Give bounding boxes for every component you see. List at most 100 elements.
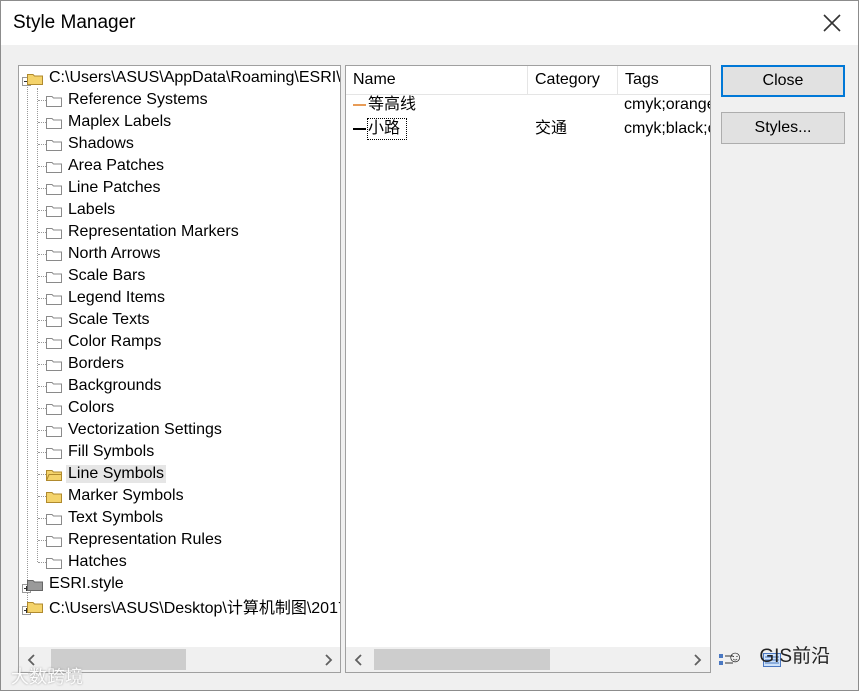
tree-item-colors[interactable]: Colors <box>46 397 116 419</box>
tree-item-scale-bars[interactable]: Scale Bars <box>46 265 147 287</box>
tree-root-label: C:\Users\ASUS\AppData\Roaming\ESRI\ <box>49 69 340 86</box>
folder-icon <box>46 424 62 437</box>
scroll-left-icon[interactable] <box>346 647 371 672</box>
column-header-category[interactable]: Category <box>528 66 618 94</box>
column-header-name[interactable]: Name <box>346 66 528 94</box>
item-name: 等高线 <box>368 96 417 113</box>
tree-item-fill-symbols[interactable]: Fill Symbols <box>46 441 156 463</box>
scroll-right-icon[interactable] <box>315 647 340 672</box>
folder-icon <box>46 270 62 283</box>
tree-item-label: Maplex Labels <box>68 113 172 130</box>
tree-item-label: Vectorization Settings <box>68 421 222 438</box>
tree-item-label: Representation Rules <box>68 531 222 548</box>
watermark-right: ☺ GIS前沿 <box>727 641 830 668</box>
tree-item-label: Line Symbols <box>66 465 167 483</box>
line-symbol-swatch-icon <box>353 93 369 117</box>
tree-root-desktop[interactable]: C:\Users\ASUS\Desktop\计算机制图\2017 <box>27 595 340 617</box>
tree-item-north-arrows[interactable]: North Arrows <box>46 243 162 265</box>
tree-item-hatches[interactable]: Hatches <box>46 551 129 573</box>
folder-icon <box>46 116 62 129</box>
watermark-right-label: GIS前沿 <box>759 646 831 667</box>
tree-item-label: Text Symbols <box>68 509 164 526</box>
watermark-left: 大数跨境 <box>11 667 83 687</box>
tree-item-label: Marker Symbols <box>68 487 184 504</box>
folder-icon <box>46 556 62 569</box>
tree-item-backgrounds[interactable]: Backgrounds <box>46 375 163 397</box>
style-file-icon <box>27 578 43 591</box>
tree-item-label: Legend Items <box>68 289 165 306</box>
tree-root-esri-style[interactable]: ESRI.style <box>27 573 126 595</box>
tree-item-line-patches[interactable]: Line Patches <box>46 177 163 199</box>
folder-icon <box>46 402 62 415</box>
tree-item-label: Colors <box>68 399 115 416</box>
tree-item-vectorization-settings[interactable]: Vectorization Settings <box>46 419 224 441</box>
folder-icon <box>46 94 62 107</box>
wechat-icon: ☺ <box>727 649 744 666</box>
tree-item-area-patches[interactable]: Area Patches <box>46 155 166 177</box>
folder-icon <box>46 512 62 525</box>
tree-item-label: Shadows <box>68 135 134 152</box>
folder-icon <box>46 204 62 217</box>
folder-icon <box>46 534 62 547</box>
tree-item-text-symbols[interactable]: Text Symbols <box>46 507 165 529</box>
tree-item-label: North Arrows <box>68 245 161 262</box>
tree-item-scale-texts[interactable]: Scale Texts <box>46 309 152 331</box>
tree-item-label: Line Patches <box>68 179 161 196</box>
tree-item-label: Representation Markers <box>68 223 239 240</box>
item-category <box>535 93 615 117</box>
scrollbar-thumb[interactable] <box>374 649 550 670</box>
list-horizontal-scrollbar[interactable] <box>346 647 710 672</box>
folder-icon <box>46 380 62 393</box>
item-category: 交通 <box>535 120 568 137</box>
style-items-list[interactable]: Name Category Tags 等高线 cmyk;orange 小路 交通… <box>345 65 711 673</box>
list-header: Name Category Tags <box>346 66 710 95</box>
tree-item-label: Backgrounds <box>68 377 162 394</box>
style-tree: C:\Users\ASUS\AppData\Roaming\ESRI\ Refe… <box>19 66 340 646</box>
tree-item-marker-symbols[interactable]: Marker Symbols <box>46 485 186 507</box>
tree-item-legend-items[interactable]: Legend Items <box>46 287 167 309</box>
tree-item-borders[interactable]: Borders <box>46 353 126 375</box>
tree-item-label: Color Ramps <box>68 333 162 350</box>
scroll-right-icon[interactable] <box>684 647 709 672</box>
folder-open-icon <box>46 468 62 481</box>
item-name: 小路 <box>367 118 407 140</box>
window-title: Style Manager <box>13 12 136 33</box>
tree-root-appdata[interactable]: C:\Users\ASUS\AppData\Roaming\ESRI\ <box>27 67 340 89</box>
folder-icon <box>46 160 62 173</box>
folder-icon <box>46 314 62 327</box>
close-window-icon[interactable] <box>820 11 844 35</box>
folder-icon <box>46 358 62 371</box>
title-bar: Style Manager <box>1 1 858 45</box>
tree-item-label: Area Patches <box>68 157 165 174</box>
styles-button[interactable]: Styles... <box>721 112 845 144</box>
folder-icon <box>46 248 62 261</box>
tree-item-labels[interactable]: Labels <box>46 199 117 221</box>
tree-item-label: Reference Systems <box>68 91 208 108</box>
close-button[interactable]: Close <box>721 65 845 97</box>
tree-root-label: ESRI.style <box>49 575 124 592</box>
tree-item-label: Hatches <box>68 553 127 570</box>
tree-item-representation-markers[interactable]: Representation Markers <box>46 221 241 243</box>
tree-item-shadows[interactable]: Shadows <box>46 133 136 155</box>
tree-item-label: Scale Bars <box>68 267 146 284</box>
tree-item-label: Labels <box>68 201 116 218</box>
style-tree-panel[interactable]: C:\Users\ASUS\AppData\Roaming\ESRI\ Refe… <box>18 65 341 673</box>
folder-icon <box>46 490 62 503</box>
tree-root-label: C:\Users\ASUS\Desktop\计算机制图\2017 <box>49 600 340 617</box>
list-item[interactable]: 等高线 cmyk;orange <box>346 93 710 117</box>
list-item[interactable]: 小路 交通 cmyk;black;c <box>346 117 710 141</box>
tree-item-line-symbols[interactable]: Line Symbols <box>46 463 167 485</box>
tree-item-reference-systems[interactable]: Reference Systems <box>46 89 210 111</box>
tree-item-representation-rules[interactable]: Representation Rules <box>46 529 224 551</box>
style-manager-dialog: Style Manager C:\Users\ASUS\AppData\Roam… <box>0 0 859 691</box>
tree-item-label: Borders <box>68 355 125 372</box>
tree-item-color-ramps[interactable]: Color Ramps <box>46 331 163 353</box>
folder-icon <box>46 138 62 151</box>
folder-icon <box>46 226 62 239</box>
tree-item-maplex-labels[interactable]: Maplex Labels <box>46 111 173 133</box>
column-header-tags[interactable]: Tags <box>618 66 710 94</box>
item-tags: cmyk;black;c <box>624 120 710 137</box>
item-tags: cmyk;orange <box>624 96 710 113</box>
tree-item-label: Scale Texts <box>68 311 150 328</box>
folder-icon <box>46 182 62 195</box>
